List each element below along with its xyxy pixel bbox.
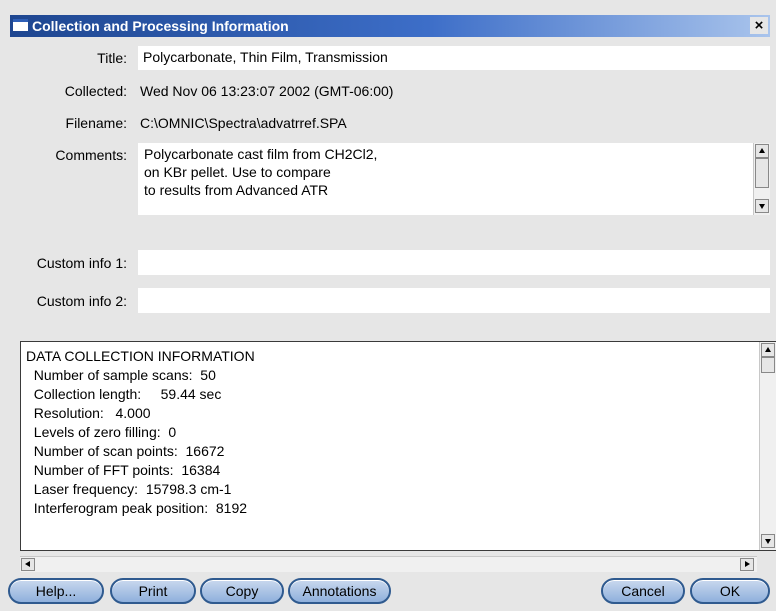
scroll-thumb[interactable]	[761, 357, 775, 373]
comments-line: on KBr pellet. Use to compare	[144, 164, 331, 180]
info-line: DATA COLLECTION INFORMATION	[26, 348, 255, 364]
annotations-button[interactable]: Annotations	[288, 578, 391, 604]
custom-info-2-field[interactable]	[138, 288, 770, 313]
collection-info-dialog: Collection and Processing Information × …	[0, 0, 776, 611]
scroll-left-arrow-icon[interactable]	[21, 558, 35, 571]
scroll-thumb[interactable]	[755, 158, 769, 188]
comments-label: Comments:	[55, 147, 127, 163]
close-button[interactable]: ×	[750, 17, 768, 34]
info-line: Interferogram peak position: 8192	[26, 500, 248, 516]
ok-button[interactable]: OK	[690, 578, 770, 604]
info-line: Number of FFT points: 16384	[26, 462, 221, 478]
custom-info-2-label: Custom info 2:	[36, 293, 127, 309]
info-line: Resolution: 4.000	[26, 405, 151, 421]
custom-info-1-label: Custom info 1:	[36, 255, 127, 271]
info-line: Collection length: 59.44 sec	[26, 386, 222, 402]
title-field[interactable]: Polycarbonate, Thin Film, Transmission	[138, 46, 770, 70]
window-title: Collection and Processing Information	[32, 18, 289, 34]
info-line: Levels of zero filling: 0	[26, 424, 177, 440]
comments-field[interactable]: Polycarbonate cast film from CH2Cl2, on …	[138, 143, 770, 215]
info-line: Number of scan points: 16672	[26, 443, 225, 459]
title-label: Title:	[97, 50, 127, 66]
info-horizontal-scrollbar[interactable]	[20, 556, 757, 572]
info-line: Laser frequency: 15798.3 cm-1	[26, 481, 232, 497]
cancel-button[interactable]: Cancel	[601, 578, 685, 604]
filename-value: C:\OMNIC\Spectra\advatrref.SPA	[140, 115, 347, 131]
comments-scrollbar[interactable]	[753, 143, 770, 215]
collected-label: Collected:	[64, 83, 127, 99]
window-icon	[13, 19, 28, 31]
collection-info-text[interactable]: DATA COLLECTION INFORMATION Number of sa…	[20, 341, 776, 551]
print-button[interactable]: Print	[110, 578, 196, 604]
collected-value: Wed Nov 06 13:23:07 2002 (GMT-06:00)	[140, 83, 394, 99]
custom-info-1-field[interactable]	[138, 250, 770, 275]
scroll-right-arrow-icon[interactable]	[740, 558, 754, 571]
copy-button[interactable]: Copy	[200, 578, 284, 604]
help-button[interactable]: Help...	[8, 578, 104, 604]
scroll-down-arrow-icon[interactable]	[761, 534, 775, 548]
title-bar[interactable]: Collection and Processing Information ×	[10, 15, 770, 37]
filename-label: Filename:	[65, 115, 127, 131]
scroll-up-arrow-icon[interactable]	[761, 343, 775, 357]
comments-line: to results from Advanced ATR	[144, 182, 329, 198]
scroll-down-arrow-icon[interactable]	[755, 199, 769, 213]
info-vertical-scrollbar[interactable]	[759, 342, 776, 550]
info-line: Number of sample scans: 50	[26, 367, 216, 383]
comments-line: Polycarbonate cast film from CH2Cl2,	[144, 146, 378, 162]
scroll-up-arrow-icon[interactable]	[755, 144, 769, 158]
